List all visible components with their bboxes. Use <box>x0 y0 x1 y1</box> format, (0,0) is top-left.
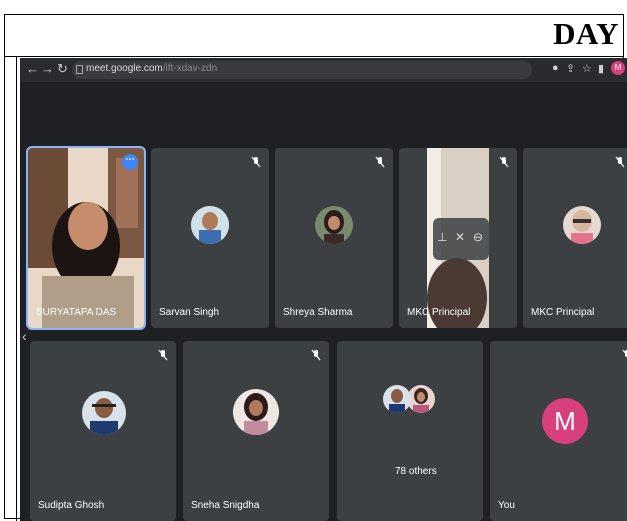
participant-name: You <box>498 500 515 511</box>
meet-screenshot: ← → ↻ meet.google.com/ift-xdav-zdn ● ⇪ ☆… <box>20 58 627 521</box>
profile-avatar[interactable]: M <box>611 61 625 75</box>
participant-tile-sneha[interactable]: Sneha Snigdha <box>183 341 329 521</box>
hover-controls: ⊥ ✕ ⊖ <box>433 218 489 260</box>
participant-name: MKC Principal <box>531 307 595 318</box>
previous-page-icon[interactable]: ‹ <box>22 328 27 344</box>
url-host: meet.google.com <box>86 63 163 74</box>
mic-muted-icon <box>622 349 627 357</box>
participant-avatar <box>233 389 279 435</box>
camera-indicator-icon[interactable]: ● <box>552 62 559 74</box>
participant-name: Shreya Sharma <box>283 307 353 318</box>
participant-avatar <box>407 385 435 413</box>
mic-muted-icon <box>615 156 625 168</box>
participant-name: SURYATAPA DAS <box>36 307 117 318</box>
bookmark-star-icon[interactable]: ☆ <box>582 62 592 75</box>
participant-name: MKC Principal <box>407 307 471 318</box>
participant-avatar <box>563 206 601 244</box>
participant-tile-you[interactable]: M You <box>490 341 627 521</box>
pin-icon[interactable]: ⊥ <box>437 230 447 244</box>
more-options-icon[interactable]: ⋯ <box>122 154 138 170</box>
url-text: meet.google.com/ift-xdav-zdn <box>86 63 217 74</box>
mic-muted-icon <box>311 349 321 361</box>
participant-avatar <box>82 391 126 435</box>
mic-muted-icon <box>158 349 168 361</box>
forward-icon[interactable]: → <box>41 61 54 76</box>
others-count: 78 others <box>395 466 437 477</box>
participant-tile-mkc-principal-video[interactable]: ⊥ ✕ ⊖ MKC Principal <box>399 148 517 328</box>
participant-tile-shreya[interactable]: Shreya Sharma <box>275 148 393 328</box>
participant-name: Sudipta Ghosh <box>38 500 105 511</box>
browser-toolbar: ← → ↻ meet.google.com/ift-xdav-zdn ● ⇪ ☆… <box>20 58 627 82</box>
remove-icon[interactable]: ⊖ <box>473 230 483 244</box>
participant-name: Sneha Snigdha <box>191 500 260 511</box>
mic-muted-icon <box>251 156 261 168</box>
lock-icon <box>76 65 83 74</box>
video-feed <box>28 148 144 328</box>
day-heading: DAY <box>553 16 619 51</box>
address-bar[interactable]: meet.google.com/ift-xdav-zdn <box>72 61 532 79</box>
participant-tile-others[interactable]: 78 others <box>337 341 483 521</box>
mute-icon[interactable]: ✕ <box>455 230 465 244</box>
participant-tile-sudipta[interactable]: Sudipta Ghosh <box>30 341 176 521</box>
participant-tile-mkc-principal[interactable]: MKC Principal <box>523 148 627 328</box>
table-divider-vertical <box>16 56 17 521</box>
sidebar-icon[interactable]: ▮ <box>598 62 604 75</box>
back-icon[interactable]: ← <box>26 61 39 76</box>
participant-tile-suryatapa[interactable]: ⋯ SURYATAPA DAS <box>26 146 146 330</box>
participant-avatar <box>191 206 229 244</box>
participant-name: Sarvan Singh <box>159 307 220 318</box>
participant-avatar <box>383 385 411 413</box>
reload-icon[interactable]: ↻ <box>57 61 68 77</box>
share-icon[interactable]: ⇪ <box>566 62 575 75</box>
mic-muted-icon <box>499 156 509 168</box>
mic-muted-icon <box>375 156 385 168</box>
participant-avatar <box>315 206 353 244</box>
url-path: /ift-xdav-zdn <box>162 63 218 74</box>
participant-tile-sarvan[interactable]: Sarvan Singh <box>151 148 269 328</box>
table-divider-horizontal <box>4 56 624 57</box>
you-avatar: M <box>542 398 588 444</box>
